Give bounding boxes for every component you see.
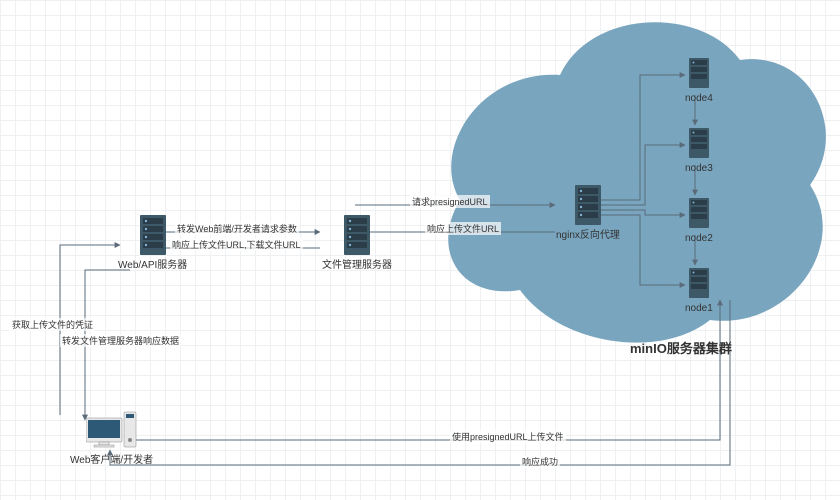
edge-label: 响应上传文件URL bbox=[425, 222, 501, 235]
node-label: node1 bbox=[685, 303, 713, 315]
node-label: node2 bbox=[685, 233, 713, 245]
node-node3: node3 bbox=[685, 128, 713, 175]
edge-label: 请求presignedURL bbox=[410, 195, 490, 208]
node-label: Web客户端/开发者 bbox=[70, 455, 153, 467]
cluster-title: minIO服务器集群 bbox=[630, 338, 732, 357]
node-node1: node1 bbox=[685, 268, 713, 315]
node-label: node3 bbox=[685, 163, 713, 175]
node-node2: node2 bbox=[685, 198, 713, 245]
node-label: 文件管理服务器 bbox=[322, 260, 392, 272]
node-label: Web/API服务器 bbox=[118, 260, 187, 272]
node-node4: node4 bbox=[685, 58, 713, 105]
node-filemgr: 文件管理服务器 bbox=[322, 215, 392, 272]
server-icon bbox=[689, 198, 709, 228]
server-icon bbox=[689, 58, 709, 88]
server-icon bbox=[575, 185, 601, 225]
node-label: nginx反向代理 bbox=[556, 230, 620, 242]
edge-label: 响应上传文件URL,下载文件URL bbox=[170, 238, 303, 251]
desktop-icon bbox=[86, 410, 138, 450]
node-label: node4 bbox=[685, 93, 713, 105]
server-icon bbox=[140, 215, 166, 255]
server-icon bbox=[689, 268, 709, 298]
node-nginx: nginx反向代理 bbox=[556, 185, 620, 242]
server-icon bbox=[344, 215, 370, 255]
edge-label: 响应成功 bbox=[520, 455, 560, 468]
edge-label: 使用presignedURL上传文件 bbox=[450, 430, 566, 443]
edge-label: 获取上传文件的凭证 bbox=[10, 318, 95, 331]
minio-cloud bbox=[448, 22, 826, 342]
node-client: Web客户端/开发者 bbox=[70, 410, 153, 467]
edge-label: 转发Web前端/开发者请求参数 bbox=[175, 222, 299, 235]
edge-label: 转发文件管理服务器响应数据 bbox=[60, 334, 181, 347]
server-icon bbox=[689, 128, 709, 158]
